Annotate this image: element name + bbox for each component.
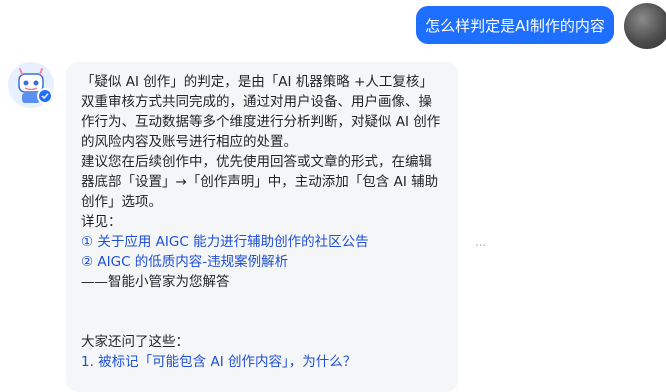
user-avatar[interactable] [624, 3, 666, 49]
link-violation-cases[interactable]: ② AIGC 的低质内容-违规案例解析 [81, 252, 444, 272]
signature-text: ——智能小管家为您解答 [81, 274, 230, 290]
bot-message-bubble: 「疑似 AI 创作」的判定，是由「AI 机器策略 +人工复核」双重审核方式共同完… [66, 62, 458, 392]
answer-paragraph: 「疑似 AI 创作」的判定，是由「AI 机器策略 +人工复核」双重审核方式共同完… [81, 74, 441, 150]
suggestion-paragraph: 建议您在后续创作中，优先使用回答或文章的形式，在编辑器底部「设置」→「创作声明」… [81, 154, 439, 210]
link-community-announcement[interactable]: ① 关于应用 AIGC 能力进行辅助创作的社区公告 [81, 232, 444, 252]
details-label: 详见： [81, 214, 122, 230]
user-message-text: 怎么样判定是AI制作的内容 [425, 16, 605, 35]
verified-badge-icon [37, 88, 53, 104]
user-message-bubble: 怎么样判定是AI制作的内容 [416, 6, 614, 44]
related-title: 大家还问了这些： [81, 334, 189, 350]
more-options-icon[interactable]: … [475, 236, 487, 249]
related-question-item[interactable]: 1. 被标记「可能包含 AI 创作内容」，为什么？ [81, 352, 444, 372]
